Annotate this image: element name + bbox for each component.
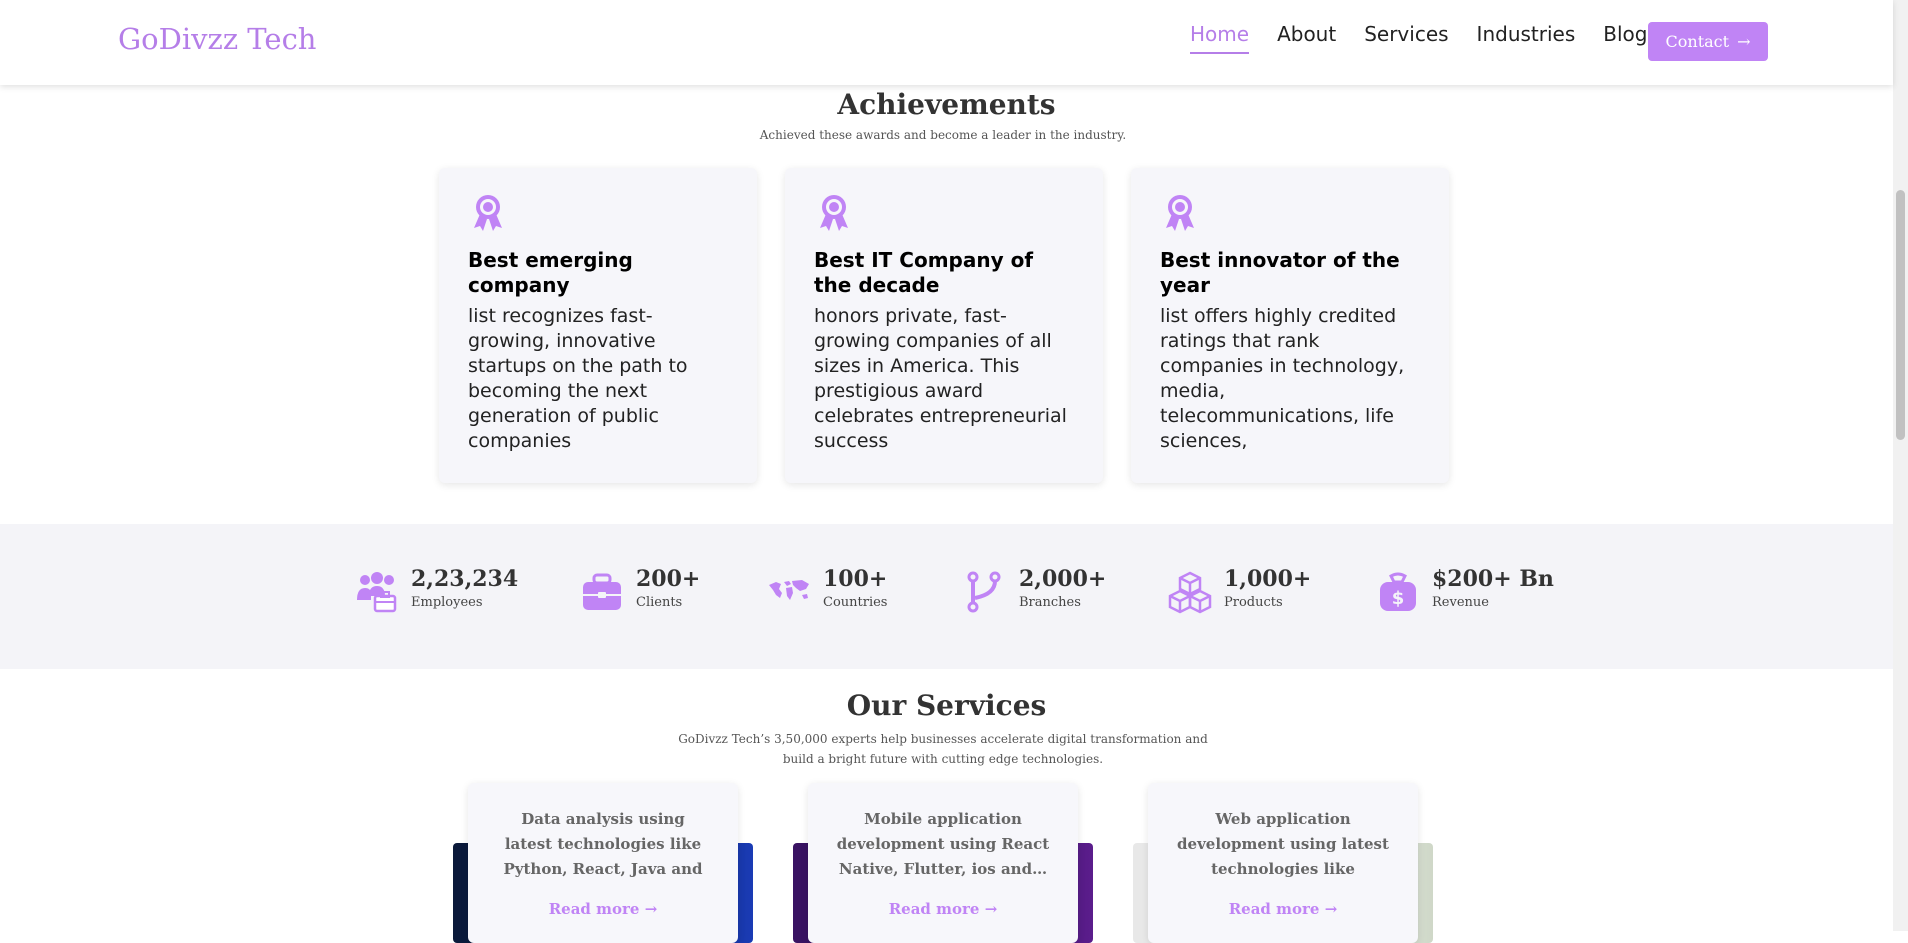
read-more-label: Read more (888, 900, 980, 918)
stat-branches: 2,000+ Branches (963, 566, 1106, 614)
achievement-card: Best innovator of the year list offers h… (1131, 168, 1449, 483)
services-title: Our Services (846, 689, 1047, 722)
stat-value: $200+ Bn (1432, 566, 1554, 592)
nav-industries[interactable]: Industries (1477, 22, 1576, 54)
briefcase-icon (583, 573, 621, 610)
achievement-card: Best emerging company list recognizes fa… (439, 168, 757, 483)
stat-products: 1,000+ Products (1168, 566, 1311, 614)
money-bag-icon: $ (1380, 572, 1416, 611)
achievement-card-title: Best innovator of the year (1160, 248, 1400, 297)
world-map-icon (769, 580, 809, 600)
read-more-link[interactable]: Read more → (1176, 900, 1390, 918)
service-card[interactable]: Web application development using latest… (1148, 783, 1418, 943)
page-scrollbar[interactable] (1893, 0, 1908, 931)
stat-countries: 100+ Countries (767, 566, 887, 614)
award-ribbon-icon (820, 195, 848, 231)
stat-label: Revenue (1432, 595, 1489, 610)
stat-label: Employees (411, 595, 483, 610)
service-card-text: Web application development using latest… (1177, 810, 1389, 878)
service-card[interactable]: Mobile application development using Rea… (808, 783, 1078, 943)
arrow-right-icon: → (1324, 900, 1338, 918)
achievements-title: Achievements (837, 88, 1056, 121)
stat-value: 100+ (823, 566, 888, 592)
stat-value: 2,000+ (1019, 566, 1107, 592)
service-card-text: Mobile application development using Rea… (836, 810, 1050, 878)
stat-label: Branches (1019, 595, 1081, 610)
arrow-right-icon: → (644, 900, 658, 918)
contact-label: Contact (1665, 32, 1730, 51)
main-nav: Home About Services Industries Blog (1190, 22, 1647, 54)
achievement-card-text: honors private, fast-growing companies o… (814, 305, 1067, 452)
services-subtitle: GoDivzz Tech’s 3,50,000 experts help bus… (678, 732, 1208, 766)
stat-value: 1,000+ (1224, 566, 1312, 592)
stat-value: 2,23,234 (411, 566, 519, 592)
achievement-card-text: list recognizes fast-growing, innovative… (468, 305, 688, 452)
achievement-card-title: Best emerging company (468, 248, 633, 297)
stat-label: Clients (636, 595, 683, 610)
award-ribbon-icon (474, 195, 502, 231)
stat-employees: 2,23,234 Employees (355, 566, 518, 614)
service-card[interactable]: Data analysis using latest technologies … (468, 783, 738, 943)
stat-clients: 200+ Clients (580, 566, 700, 614)
award-ribbon-icon (1166, 195, 1194, 231)
employees-icon (357, 572, 397, 613)
boxes-icon (1168, 571, 1212, 614)
stats-band (0, 524, 1893, 669)
stat-label: Countries (823, 595, 888, 610)
site-logo[interactable]: GoDivzz Tech (118, 22, 316, 56)
stat-revenue: $ $200+ Bn Revenue (1376, 566, 1554, 614)
achievement-card-title: Best IT Company of the decade (814, 248, 1034, 297)
nav-blog[interactable]: Blog (1603, 22, 1647, 54)
achievement-card-text: list offers highly credited ratings that… (1160, 305, 1405, 452)
branch-icon (967, 571, 1001, 613)
nav-services[interactable]: Services (1364, 22, 1448, 54)
read-more-link[interactable]: Read more → (836, 900, 1050, 918)
nav-about[interactable]: About (1277, 22, 1336, 54)
svg-text:$: $ (1392, 588, 1405, 609)
scrollbar-thumb[interactable] (1896, 190, 1905, 440)
contact-button[interactable]: Contact → (1648, 22, 1768, 61)
site-header: GoDivzz Tech Home About Services Industr… (0, 0, 1893, 85)
nav-home[interactable]: Home (1190, 22, 1250, 54)
stat-label: Products (1224, 595, 1283, 610)
stat-value: 200+ (636, 566, 701, 592)
read-more-label: Read more (548, 900, 640, 918)
arrow-right-icon: → (984, 900, 998, 918)
read-more-label: Read more (1228, 900, 1320, 918)
arrow-right-icon: → (1737, 32, 1751, 51)
read-more-link[interactable]: Read more → (496, 900, 710, 918)
service-card-text: Data analysis using latest technologies … (503, 810, 703, 878)
achievements-subtitle: Achieved these awards and become a leade… (759, 128, 1127, 142)
achievement-card: Best IT Company of the decade honors pri… (785, 168, 1103, 483)
